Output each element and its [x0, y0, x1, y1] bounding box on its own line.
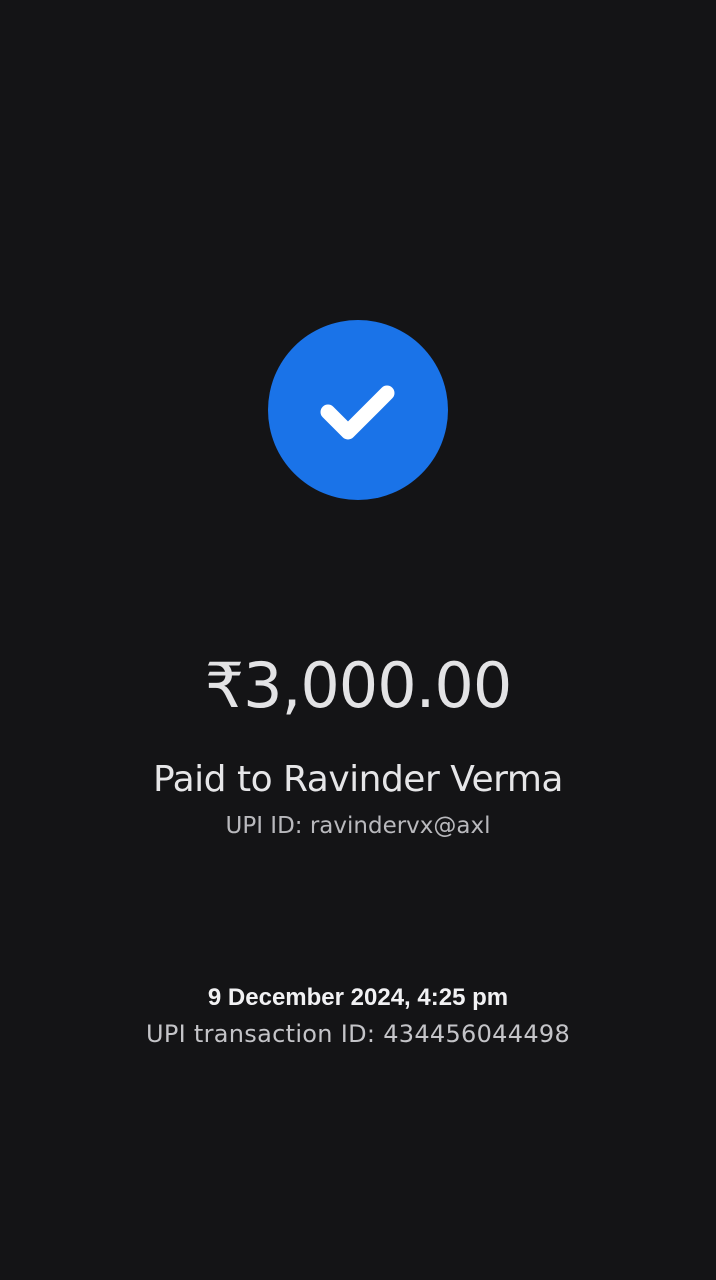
payment-amount: ₹3,000.00 — [204, 649, 513, 722]
upi-transaction-id: UPI transaction ID: 434456044498 — [145, 1020, 571, 1048]
check-icon — [320, 385, 395, 440]
payment-success-screen: ₹3,000.00 Paid to Ravinder Verma UPI ID:… — [0, 0, 716, 1280]
payee-name: Paid to Ravinder Verma — [153, 759, 563, 800]
transaction-datetime: 9 December 2024, 4:25 pm — [207, 984, 509, 1011]
payee-upi-id: UPI ID: ravindervx@axl — [225, 813, 491, 839]
success-check-badge — [268, 320, 448, 500]
